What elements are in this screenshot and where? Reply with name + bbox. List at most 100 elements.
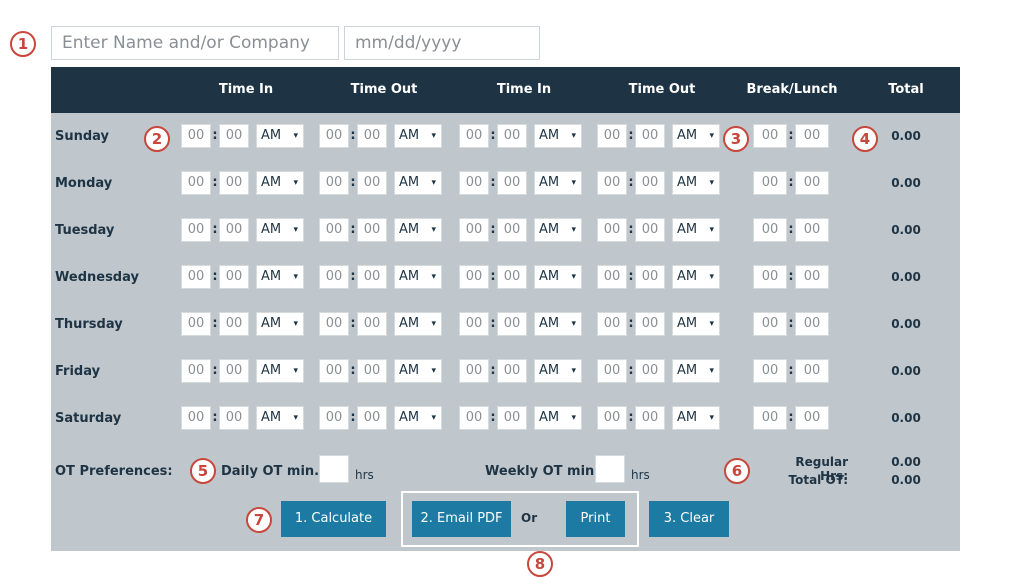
minute-input[interactable]: 00 xyxy=(497,359,527,383)
hour-input[interactable]: 00 xyxy=(181,406,211,430)
minute-input[interactable]: 00 xyxy=(357,265,387,289)
ampm-select[interactable]: AM ▾ xyxy=(394,124,442,148)
hour-input[interactable]: 00 xyxy=(597,312,627,336)
hour-input[interactable]: 00 xyxy=(181,218,211,242)
weekly-ot-input[interactable] xyxy=(595,455,625,483)
minute-input[interactable]: 00 xyxy=(357,359,387,383)
hour-input[interactable]: 00 xyxy=(181,359,211,383)
ampm-select[interactable]: AM ▾ xyxy=(256,124,304,148)
ampm-select[interactable]: AM ▾ xyxy=(672,171,720,195)
ampm-select[interactable]: AM ▾ xyxy=(394,265,442,289)
ampm-select[interactable]: AM ▾ xyxy=(256,312,304,336)
break-hour-input[interactable]: 00 xyxy=(753,359,787,383)
ampm-select[interactable]: AM ▾ xyxy=(256,218,304,242)
minute-input[interactable]: 00 xyxy=(635,218,665,242)
break-minute-input[interactable]: 00 xyxy=(795,359,829,383)
ampm-select[interactable]: AM ▾ xyxy=(672,312,720,336)
ampm-select[interactable]: AM ▾ xyxy=(534,265,582,289)
break-hour-input[interactable]: 00 xyxy=(753,218,787,242)
ampm-select[interactable]: AM ▾ xyxy=(534,171,582,195)
minute-input[interactable]: 00 xyxy=(219,312,249,336)
hour-input[interactable]: 00 xyxy=(459,359,489,383)
ampm-select[interactable]: AM ▾ xyxy=(256,359,304,383)
hour-input[interactable]: 00 xyxy=(459,124,489,148)
minute-input[interactable]: 00 xyxy=(497,171,527,195)
hour-input[interactable]: 00 xyxy=(597,218,627,242)
minute-input[interactable]: 00 xyxy=(357,406,387,430)
calculate-button[interactable]: 1. Calculate xyxy=(281,501,386,537)
ampm-select[interactable]: AM ▾ xyxy=(534,359,582,383)
hour-input[interactable]: 00 xyxy=(597,124,627,148)
hour-input[interactable]: 00 xyxy=(181,124,211,148)
minute-input[interactable]: 00 xyxy=(219,406,249,430)
minute-input[interactable]: 00 xyxy=(357,124,387,148)
hour-input[interactable]: 00 xyxy=(181,265,211,289)
minute-input[interactable]: 00 xyxy=(635,171,665,195)
hour-input[interactable]: 00 xyxy=(597,359,627,383)
minute-input[interactable]: 00 xyxy=(357,171,387,195)
break-hour-input[interactable]: 00 xyxy=(753,171,787,195)
hour-input[interactable]: 00 xyxy=(459,171,489,195)
hour-input[interactable]: 00 xyxy=(459,312,489,336)
minute-input[interactable]: 00 xyxy=(219,124,249,148)
minute-input[interactable]: 00 xyxy=(357,218,387,242)
minute-input[interactable]: 00 xyxy=(497,218,527,242)
ampm-select[interactable]: AM ▾ xyxy=(672,218,720,242)
minute-input[interactable]: 00 xyxy=(635,124,665,148)
break-hour-input[interactable]: 00 xyxy=(753,312,787,336)
minute-input[interactable]: 00 xyxy=(497,265,527,289)
hour-input[interactable]: 00 xyxy=(181,312,211,336)
ampm-select[interactable]: AM ▾ xyxy=(394,171,442,195)
ampm-select[interactable]: AM ▾ xyxy=(256,406,304,430)
break-hour-input[interactable]: 00 xyxy=(753,124,787,148)
hour-input[interactable]: 00 xyxy=(319,359,349,383)
break-minute-input[interactable]: 00 xyxy=(795,265,829,289)
minute-input[interactable]: 00 xyxy=(219,359,249,383)
ampm-select[interactable]: AM ▾ xyxy=(256,171,304,195)
minute-input[interactable]: 00 xyxy=(497,312,527,336)
minute-input[interactable]: 00 xyxy=(219,265,249,289)
minute-input[interactable]: 00 xyxy=(635,406,665,430)
ampm-select[interactable]: AM ▾ xyxy=(394,359,442,383)
break-minute-input[interactable]: 00 xyxy=(795,171,829,195)
hour-input[interactable]: 00 xyxy=(459,406,489,430)
minute-input[interactable]: 00 xyxy=(219,218,249,242)
ampm-select[interactable]: AM ▾ xyxy=(672,265,720,289)
minute-input[interactable]: 00 xyxy=(219,171,249,195)
break-minute-input[interactable]: 00 xyxy=(795,218,829,242)
hour-input[interactable]: 00 xyxy=(597,406,627,430)
hour-input[interactable]: 00 xyxy=(319,218,349,242)
clear-button[interactable]: 3. Clear xyxy=(649,501,729,537)
email-pdf-button[interactable]: 2. Email PDF xyxy=(412,501,511,537)
break-minute-input[interactable]: 00 xyxy=(795,124,829,148)
minute-input[interactable]: 00 xyxy=(635,312,665,336)
daily-ot-input[interactable] xyxy=(319,455,349,483)
ampm-select[interactable]: AM ▾ xyxy=(394,312,442,336)
hour-input[interactable]: 00 xyxy=(319,312,349,336)
date-input[interactable]: mm/dd/yyyy xyxy=(344,26,540,60)
minute-input[interactable]: 00 xyxy=(497,124,527,148)
minute-input[interactable]: 00 xyxy=(357,312,387,336)
minute-input[interactable]: 00 xyxy=(497,406,527,430)
hour-input[interactable]: 00 xyxy=(459,265,489,289)
ampm-select[interactable]: AM ▾ xyxy=(534,124,582,148)
break-minute-input[interactable]: 00 xyxy=(795,312,829,336)
ampm-select[interactable]: AM ▾ xyxy=(672,406,720,430)
hour-input[interactable]: 00 xyxy=(597,171,627,195)
ampm-select[interactable]: AM ▾ xyxy=(534,218,582,242)
hour-input[interactable]: 00 xyxy=(319,406,349,430)
ampm-select[interactable]: AM ▾ xyxy=(256,265,304,289)
break-hour-input[interactable]: 00 xyxy=(753,265,787,289)
hour-input[interactable]: 00 xyxy=(319,265,349,289)
ampm-select[interactable]: AM ▾ xyxy=(672,359,720,383)
hour-input[interactable]: 00 xyxy=(181,171,211,195)
hour-input[interactable]: 00 xyxy=(459,218,489,242)
break-hour-input[interactable]: 00 xyxy=(753,406,787,430)
minute-input[interactable]: 00 xyxy=(635,359,665,383)
hour-input[interactable]: 00 xyxy=(597,265,627,289)
break-minute-input[interactable]: 00 xyxy=(795,406,829,430)
print-button[interactable]: Print xyxy=(566,501,625,537)
ampm-select[interactable]: AM ▾ xyxy=(534,406,582,430)
hour-input[interactable]: 00 xyxy=(319,124,349,148)
ampm-select[interactable]: AM ▾ xyxy=(534,312,582,336)
